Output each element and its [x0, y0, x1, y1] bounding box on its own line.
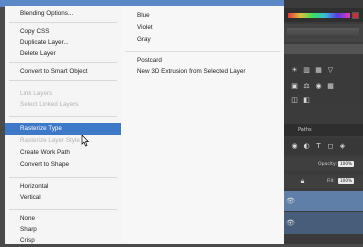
color-panel-header — [284, 8, 363, 22]
menu-item-convert-to-shape[interactable]: Convert to Shape — [5, 159, 121, 171]
eye-icon[interactable]: 👁︎ — [286, 219, 295, 227]
adjustment-filter-icon[interactable]: ◐ — [302, 142, 311, 150]
menu-item-delete-layer[interactable]: Delete Layer — [5, 48, 121, 60]
pixel-filter-icon[interactable]: ◉ — [290, 142, 299, 150]
foreground-color-swatch[interactable] — [352, 12, 359, 19]
smart-object-filter-icon[interactable]: ◈ — [338, 142, 347, 150]
levels-icon[interactable]: ▥ — [302, 66, 311, 74]
panel-divider — [284, 44, 363, 54]
menu-item-create-work-path[interactable]: Create Work Path — [5, 147, 121, 159]
layers-tab-bar: Paths — [284, 124, 363, 136]
layer-filter-row: ◉ ◐ T ◻ ◈ — [284, 138, 363, 154]
opacity-field[interactable]: 100% — [338, 161, 354, 167]
menu-item-new-3d-extrusion[interactable]: New 3D Extrusion from Selected Layer — [121, 66, 284, 77]
menu-item-blending-options[interactable]: Blending Options... — [5, 8, 121, 20]
menu-item-convert-smart-object[interactable]: Convert to Smart Object — [5, 66, 121, 78]
curves-icon[interactable]: ▦ — [314, 66, 323, 74]
type-filter-icon[interactable]: T — [314, 142, 323, 150]
menu-item-rasterize-layer-style: Rasterize Layer Style — [20, 137, 80, 144]
menu-separator — [125, 51, 280, 52]
menu-item-gray[interactable]: Gray — [121, 34, 284, 45]
opacity-label: Opacity: — [318, 162, 337, 167]
mouse-pointer-icon — [81, 135, 89, 147]
right-panels: ☀ ▥ ▦ ▽ ▣ ⚖ ◉ ▦ ◫ ◧ Paths ◉ ◐ T ◻ ◈ Opac… — [284, 0, 363, 244]
menu-separator — [9, 116, 117, 117]
balance-icon[interactable]: ⚖ — [302, 82, 311, 90]
menu-item-rasterize-type[interactable]: Rasterize Type — [5, 123, 121, 135]
menu-item-postcard[interactable]: Postcard — [121, 55, 284, 66]
hue-icon[interactable]: ▣ — [290, 82, 299, 90]
menu-item-crisp[interactable]: Crisp — [5, 235, 121, 247]
camera-icon[interactable]: ◉ — [314, 82, 323, 90]
adjustments-panel: ☀ ▥ ▦ ▽ ▣ ⚖ ◉ ▦ ◫ ◧ — [284, 58, 363, 104]
menu-item-vertical[interactable]: Vertical — [5, 192, 121, 204]
layer-context-menu: Blending Options... Copy CSS Duplicate L… — [5, 6, 121, 244]
swatches-strip — [284, 24, 363, 42]
tab-paths[interactable]: Paths — [298, 127, 312, 133]
color-ramp[interactable] — [288, 13, 350, 18]
menu-separator — [9, 209, 117, 210]
eye-icon[interactable]: 👁︎ — [286, 197, 295, 205]
fill-row: 🔒︎ Fill: 100% — [284, 174, 363, 188]
menu-item-blue[interactable]: Blue — [121, 10, 284, 21]
invert-icon[interactable]: ◫ — [290, 96, 299, 104]
menu-separator — [9, 177, 117, 178]
menu-item-select-linked-layers: Select Linked Layers — [20, 101, 79, 108]
posterize-icon[interactable]: ◧ — [302, 96, 311, 104]
menu-item-violet[interactable]: Violet — [121, 22, 284, 33]
fill-field[interactable]: 100% — [338, 178, 354, 184]
triangle-icon[interactable]: ▽ — [326, 66, 335, 74]
shape-filter-icon[interactable]: ◻ — [326, 142, 335, 150]
lock-icon[interactable]: 🔒︎ — [298, 177, 307, 185]
swatches-grid[interactable] — [287, 28, 359, 38]
color-submenu: Blue Violet Gray Postcard New 3D Extrusi… — [121, 6, 284, 244]
brightness-icon[interactable]: ☀ — [290, 66, 299, 74]
menu-separator — [9, 62, 117, 63]
layers-footer — [284, 234, 363, 244]
opacity-row: Opacity: 100% — [284, 157, 363, 171]
menu-separator — [9, 80, 117, 81]
fill-label: Fill: — [327, 179, 335, 184]
menu-separator — [9, 22, 117, 23]
layer-row[interactable]: 👁︎ — [284, 212, 363, 234]
grid-icon[interactable]: ▦ — [326, 82, 335, 90]
layer-row-selected[interactable]: 👁︎ — [284, 191, 363, 211]
